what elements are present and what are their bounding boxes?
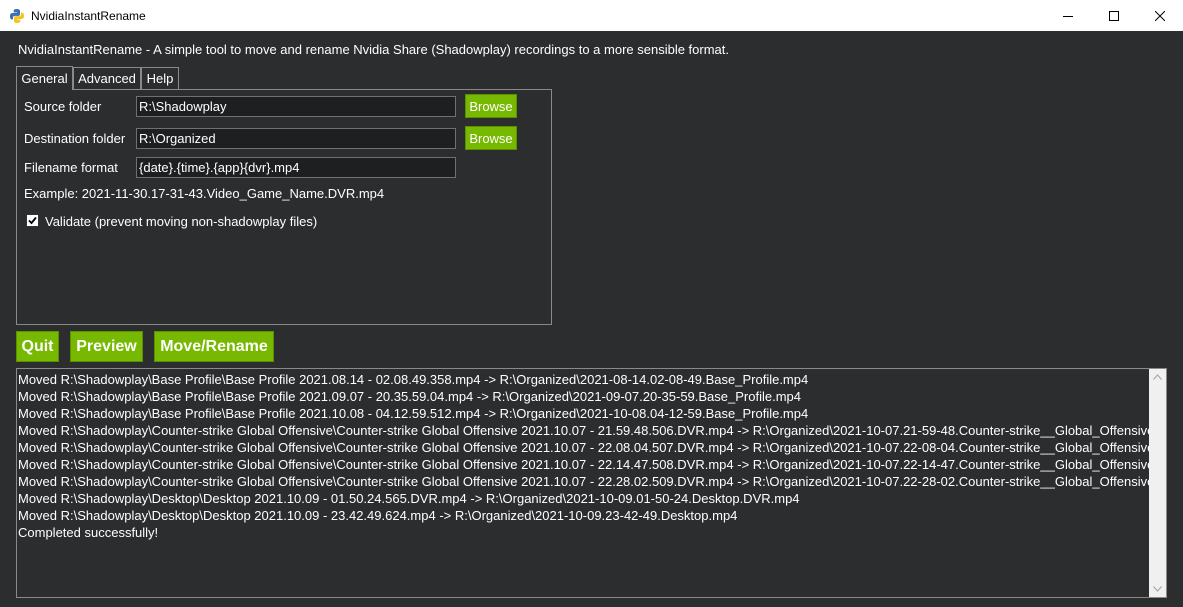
- log-lines: Moved R:\Shadowplay\Base Profile\Base Pr…: [18, 371, 1149, 541]
- minimize-button[interactable]: [1045, 0, 1091, 31]
- log-line: Moved R:\Shadowplay\Base Profile\Base Pr…: [18, 406, 809, 421]
- log-line: Moved R:\Shadowplay\Base Profile\Base Pr…: [18, 389, 801, 404]
- preview-button[interactable]: Preview: [70, 331, 143, 362]
- scroll-up-icon[interactable]: [1153, 374, 1162, 380]
- maximize-button[interactable]: [1091, 0, 1137, 31]
- app-description: NvidiaInstantRename - A simple tool to m…: [18, 42, 730, 57]
- log-line: Moved R:\Shadowplay\Counter-strike Globa…: [18, 474, 1149, 489]
- log-line: Moved R:\Shadowplay\Counter-strike Globa…: [18, 457, 1149, 472]
- source-folder-input[interactable]: R:\Shadowplay: [136, 96, 456, 117]
- tab-help[interactable]: Help: [141, 67, 179, 89]
- log-line: Moved R:\Shadowplay\Counter-strike Globa…: [18, 423, 1149, 438]
- filename-format-input[interactable]: {date}.{time}.{app}{dvr}.mp4: [136, 157, 456, 178]
- destination-folder-input[interactable]: R:\Organized: [136, 128, 456, 149]
- source-folder-label: Source folder: [24, 99, 102, 114]
- log-output[interactable]: Moved R:\Shadowplay\Base Profile\Base Pr…: [16, 368, 1167, 598]
- log-line: Moved R:\Shadowplay\Base Profile\Base Pr…: [18, 372, 809, 387]
- log-line: Completed successfully!: [18, 525, 159, 540]
- tab-general[interactable]: General: [16, 66, 73, 90]
- quit-button[interactable]: Quit: [16, 331, 59, 362]
- general-panel: [16, 89, 552, 325]
- log-line: Moved R:\Shadowplay\Counter-strike Globa…: [18, 440, 1149, 455]
- scroll-down-icon[interactable]: [1153, 586, 1162, 592]
- log-line: Moved R:\Shadowplay\Desktop\Desktop 2021…: [18, 508, 738, 523]
- maximize-icon: [1109, 10, 1119, 21]
- validate-checkbox[interactable]: [26, 214, 39, 227]
- window-title: NvidiaInstantRename: [31, 9, 146, 23]
- title-bar: NvidiaInstantRename: [0, 0, 1183, 31]
- close-icon: [1155, 10, 1165, 21]
- minimize-icon: [1063, 15, 1073, 17]
- source-browse-button[interactable]: Browse: [465, 94, 517, 118]
- close-button[interactable]: [1137, 0, 1183, 31]
- filename-format-label: Filename format: [24, 160, 118, 175]
- validate-label: Validate (prevent moving non-shadowplay …: [45, 214, 318, 229]
- format-example: Example: 2021-11-30.17-31-43.Video_Game_…: [24, 186, 385, 201]
- tab-advanced[interactable]: Advanced: [73, 67, 141, 89]
- destination-folder-label: Destination folder: [24, 131, 126, 146]
- move-rename-button[interactable]: Move/Rename: [154, 331, 274, 362]
- log-line: Moved R:\Shadowplay\Desktop\Desktop 2021…: [18, 491, 800, 506]
- python-app-icon: [10, 9, 24, 23]
- checkmark-icon: [28, 216, 37, 225]
- destination-browse-button[interactable]: Browse: [465, 126, 517, 150]
- log-scrollbar[interactable]: [1149, 369, 1166, 597]
